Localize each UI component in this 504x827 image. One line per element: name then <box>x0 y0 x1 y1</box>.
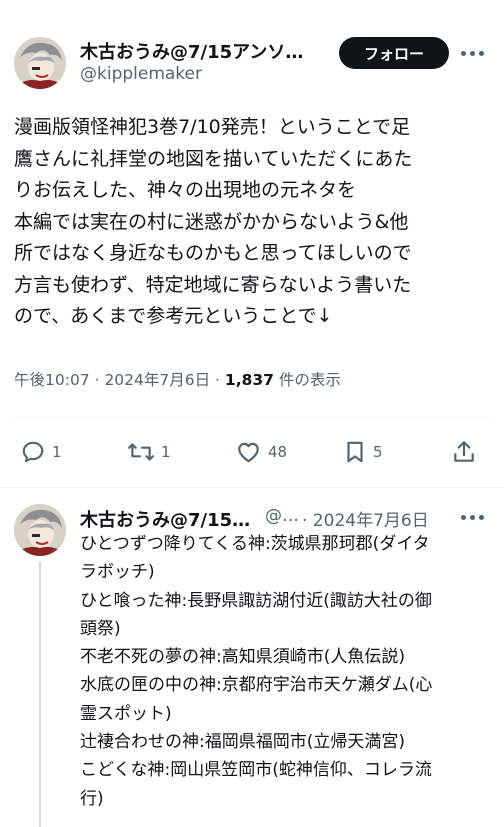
follow-button[interactable]: フォロー <box>339 37 449 69</box>
views-label: 件の表示 <box>278 371 341 389</box>
reply-text-line: 行) <box>80 788 104 809</box>
tweet-text-line: 本編では実在の村に迷惑がかからないよう&他 <box>14 210 409 233</box>
tweet-text-line: 所ではなく身近なものかもと思ってほしいので <box>14 242 412 264</box>
divider <box>0 487 504 488</box>
tweet-text: 漫画版領怪神犯3巻7/10発売！ということで足 鷹さんに礼拝堂の地図を描いていた… <box>14 112 494 333</box>
more-icon[interactable] <box>460 507 488 527</box>
timestamp-link[interactable]: 午後10:07 · 2024年7月6日 · <box>14 371 220 389</box>
reply-author-avatar[interactable] <box>14 504 66 556</box>
bookmark-count: 5 <box>373 443 383 461</box>
tweet-text-line: 漫画版領怪神犯3巻7/10発売！ということで足 <box>14 116 411 138</box>
reply-text-line: 不老不死の夢の神:高知県須崎市(人魚伝説) <box>80 647 405 668</box>
reply-author-handle[interactable]: @… <box>265 506 299 526</box>
reply-button[interactable]: 1 <box>20 436 62 468</box>
reply-date[interactable]: · 2024年7月6日 <box>302 506 429 531</box>
reply-text-line: 霊スポット) <box>80 703 172 724</box>
bookmark-icon <box>347 441 363 463</box>
reply-text-line: ひとつずつ降りてくる神:茨城県那珂郡(ダイタ <box>80 534 430 554</box>
author-name[interactable]: 木古おうみ@7/15アンソ… <box>80 38 303 64</box>
tweet-text-line: ので、あくまで参考元ということで↓ <box>14 305 333 327</box>
reply-count: 1 <box>52 443 62 461</box>
reply-icon <box>22 441 44 463</box>
reply-author-name[interactable]: 木古おうみ@7/15… <box>80 506 250 532</box>
more-icon[interactable] <box>460 43 488 63</box>
reply-text-line: 水底の匣の中の神:京都府宇治市天ケ瀬ダム(心 <box>80 675 433 696</box>
tweet-text-line: 方言も使わず、特定地域に寄らないよう書いた <box>14 273 412 296</box>
tweet-meta: 午後10:07 · 2024年7月6日 · 1,837 件の表示 <box>14 368 341 390</box>
retweet-count: 1 <box>161 443 171 461</box>
reply-text-line: こどくな神:岡山県笠岡市(蛇神信仰、コレラ流 <box>80 760 432 781</box>
bookmark-button[interactable]: 5 <box>343 436 383 468</box>
retweet-icon <box>128 443 154 461</box>
tweet-text-line: 鷹さんに礼拝堂の地図を描いていただくにあた <box>14 147 413 170</box>
retweet-button[interactable]: 1 <box>127 436 171 468</box>
like-count: 48 <box>268 443 288 461</box>
reply-text-line: ひと喰った神:長野県諏訪湖付近(諏訪大社の御 <box>80 590 432 611</box>
divider <box>14 417 490 418</box>
author-handle[interactable]: @kipplemaker <box>80 64 202 84</box>
like-button[interactable]: 48 <box>235 436 287 468</box>
reply-text-line: ラボッチ) <box>80 562 155 583</box>
like-icon <box>238 442 259 463</box>
views-count: 1,837 <box>224 371 274 389</box>
reply-text-line: 辻褄合わせの神:福岡県福岡市(立帰天満宮) <box>80 732 405 753</box>
share-icon <box>454 441 474 462</box>
share-button[interactable] <box>451 436 477 468</box>
reply-text-line: 頭祭) <box>80 618 121 639</box>
author-avatar[interactable] <box>14 37 66 89</box>
tweet-text-line: りお伝えした、神々の出現地の元ネタを <box>14 179 357 201</box>
reply-text: ひとつずつ降りてくる神:茨城県那珂郡(ダイタ ラボッチ) ひと喰った神:長野県諏… <box>80 530 490 813</box>
thread-line <box>39 562 41 827</box>
